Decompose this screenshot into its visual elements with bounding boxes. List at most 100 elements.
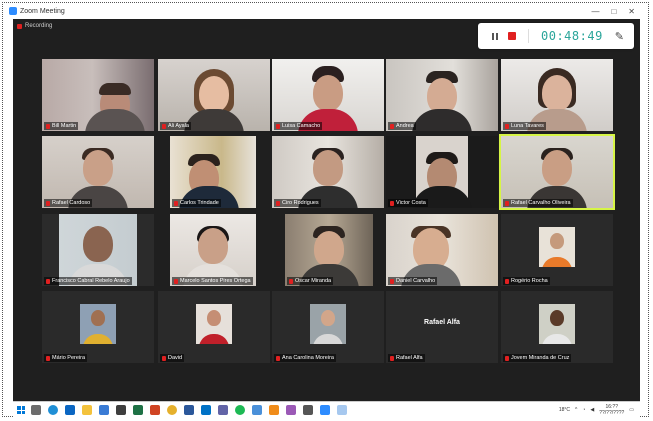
window-title: Zoom Meeting [20,7,65,15]
spotify-icon[interactable] [235,405,245,415]
powerpoint-icon[interactable] [150,405,160,415]
system-tray: 18°C ^ ◔ ◀ 16:?? ??/??/???? ▭ [559,404,640,416]
participant-tile[interactable]: Luna Tavares [501,59,613,131]
participant-avatar [539,304,575,344]
participant-tile[interactable]: Daniel Carvalho [386,214,498,286]
maximize-button[interactable]: □ [611,7,616,16]
meeting-gallery: Recording 00:48:49 ✎ Bill Martin Ali Aya… [13,19,640,401]
participant-name: Rafael Carvalho Oliveira [503,199,573,207]
participant-tile[interactable]: Ali Ayala [158,59,270,131]
participant-avatar [80,304,116,344]
mic-muted-icon [390,355,394,361]
search-icon[interactable] [31,405,41,415]
word-icon[interactable] [184,405,194,415]
participant-tile[interactable]: Ciro Rodrigues [272,136,384,208]
participant-tile[interactable]: Bill Martin [42,59,154,131]
zoom-taskbar-icon[interactable] [320,405,330,415]
recording-dot-icon [17,23,22,29]
participant-tile[interactable]: Francisco Cabral Rebelo Araujo [42,214,154,286]
calculator-icon[interactable] [116,405,126,415]
mic-muted-icon [162,355,166,361]
participant-name: Ana Carolina Moreira [274,354,336,362]
chrome-icon[interactable] [167,405,177,415]
mic-muted-icon [390,123,394,129]
mic-muted-icon [505,123,509,129]
mic-muted-icon [46,355,50,361]
participant-tile[interactable]: David [158,291,270,363]
participant-name: Mário Pereira [44,354,88,362]
participant-name: Francisco Cabral Rebelo Araujo [44,277,132,285]
mic-muted-icon [289,278,293,284]
participant-tile[interactable]: Andrea [386,59,498,131]
participant-name: Daniel Carvalho [388,277,438,285]
participant-tile[interactable]: Victor Costa [386,136,498,208]
mic-muted-icon [276,123,280,129]
close-button[interactable]: ✕ [628,7,635,16]
participant-name: Luisa Camacho [274,122,323,130]
participant-tile[interactable]: Rogério Rocha [501,214,613,286]
chevron-up-icon[interactable]: ^ [575,407,577,413]
participant-tile[interactable]: Ana Carolina Moreira [272,291,384,363]
volume-icon[interactable]: ◀ [590,407,594,413]
mic-muted-icon [162,123,166,129]
participant-avatar [310,304,346,344]
window-controls: — □ ✕ [591,7,645,16]
outlook-icon[interactable] [201,405,211,415]
recording-label: Recording [25,23,53,29]
participant-tile[interactable]: Marcelo Santos Pires Ortega [170,214,256,286]
stop-recording-icon[interactable] [508,32,516,40]
store-icon[interactable] [99,405,109,415]
participant-tile-video-off[interactable]: Rafael Alfa Rafael Alfa [386,291,498,363]
participant-name: Rogério Rocha [503,277,550,285]
participant-tile[interactable]: Carlos Trindade [170,136,256,208]
participant-name: Carlos Trindade [172,199,221,207]
participant-name: David [160,354,185,362]
participant-name: Andrea [388,122,416,130]
participant-name: Rafael Alfa [388,354,425,362]
mic-muted-icon [505,200,509,206]
participant-name: Rafael Cardoso [44,199,93,207]
windows-taskbar: 18°C ^ ◔ ◀ 16:?? ??/??/???? ▭ [13,401,640,418]
divider [528,29,529,43]
mic-muted-icon [390,278,394,284]
file-explorer-icon[interactable] [82,405,92,415]
participant-name: Oscar Miranda [287,277,334,285]
paint-icon[interactable] [286,405,296,415]
mic-muted-icon [505,355,509,361]
participant-tile[interactable]: Luisa Camacho [272,59,384,131]
taskbar-clock[interactable]: 16:?? ??/??/???? [599,404,624,416]
vlc-icon[interactable] [269,405,279,415]
settings-icon[interactable] [303,405,313,415]
pencil-icon[interactable]: ✎ [615,30,624,43]
mail-icon[interactable] [65,405,75,415]
zoom-app-icon [9,7,17,15]
wifi-icon[interactable]: ◔ [582,407,585,413]
edge-icon[interactable] [48,405,58,415]
participant-tile[interactable]: Rafael Cardoso [42,136,154,208]
mic-muted-icon [390,200,394,206]
photos-icon[interactable] [252,405,262,415]
onedrive-icon[interactable] [337,405,347,415]
participant-tile-active-speaker[interactable]: Rafael Carvalho Oliveira [499,134,615,210]
participant-tile[interactable]: Jovem Miranda de Cruz [501,291,613,363]
participant-name: Luna Tavares [503,122,546,130]
windows-start-icon[interactable] [17,406,25,414]
excel-icon[interactable] [133,405,143,415]
mic-muted-icon [174,278,178,284]
notification-icon[interactable]: ▭ [629,407,634,413]
participant-tile[interactable]: Mário Pereira [42,291,154,363]
participant-name: Marcelo Santos Pires Ortega [172,277,253,285]
participant-avatar [196,304,232,344]
mic-muted-icon [46,123,50,129]
participant-tile[interactable]: Oscar Miranda [285,214,373,286]
mic-muted-icon [46,200,50,206]
teams-icon[interactable] [218,405,228,415]
participant-name: Victor Costa [388,199,428,207]
weather-text: 18°C [558,407,570,413]
pause-recording-icon[interactable] [492,32,499,40]
recording-timer: 00:48:49 [541,29,603,43]
participant-name: Ali Ayala [160,122,191,130]
participant-center-name: Rafael Alfa [424,319,460,326]
mic-muted-icon [46,278,50,284]
minimize-button[interactable]: — [591,7,599,16]
